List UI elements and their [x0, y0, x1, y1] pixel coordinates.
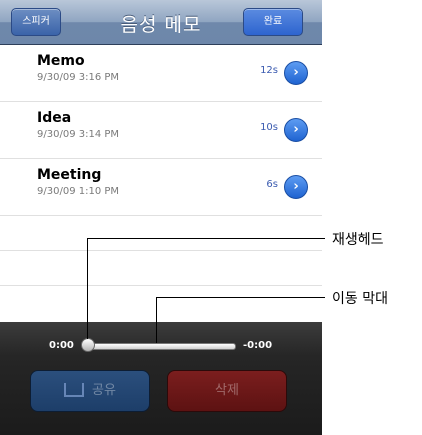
- memo-list: Memo 9/30/09 3:16 PM 12s › Idea 9/30/09 …: [0, 45, 322, 286]
- memo-duration: 10s: [260, 122, 278, 133]
- list-item[interactable]: Idea 9/30/09 3:14 PM 10s ›: [0, 102, 322, 159]
- disclosure-arrow-icon[interactable]: ›: [284, 118, 308, 142]
- share-label: 공유: [92, 383, 116, 398]
- memo-duration: 6s: [266, 179, 278, 190]
- elapsed-time: 0:00: [49, 340, 74, 351]
- playhead-callout-line-vertical: [87, 238, 88, 339]
- disclosure-arrow-icon[interactable]: ›: [284, 175, 308, 199]
- scrubber-bar[interactable]: [86, 343, 236, 350]
- memo-title: Memo: [37, 53, 85, 69]
- scrubber-callout-line-vertical: [156, 297, 157, 343]
- memo-duration: 12s: [260, 65, 278, 76]
- empty-row: [0, 251, 322, 286]
- share-icon: [64, 382, 85, 397]
- disclosure-arrow-icon[interactable]: ›: [284, 61, 308, 85]
- voice-memos-screen: 스피커 음성 메모 완료 Memo 9/30/09 3:16 PM 12s › …: [0, 0, 322, 435]
- playhead[interactable]: [81, 338, 95, 352]
- memo-date: 9/30/09 1:10 PM: [37, 186, 120, 197]
- delete-button[interactable]: 삭제: [167, 370, 287, 412]
- scrubber-callout-label: 이동 막대: [332, 291, 388, 307]
- memo-title: Idea: [37, 110, 72, 126]
- playhead-callout-line-horizontal: [87, 238, 325, 239]
- remaining-time: -0:00: [243, 340, 273, 351]
- done-button[interactable]: 완료: [243, 8, 303, 36]
- list-item[interactable]: Meeting 9/30/09 1:10 PM 6s ›: [0, 159, 322, 216]
- scrubber-callout-line-horizontal: [156, 297, 325, 298]
- empty-row: [0, 216, 322, 251]
- delete-label: 삭제: [215, 383, 239, 398]
- playhead-callout-label: 재생헤드: [332, 232, 384, 248]
- memo-title: Meeting: [37, 167, 102, 183]
- share-button[interactable]: 공유: [30, 370, 150, 412]
- navigation-bar: 스피커 음성 메모 완료: [0, 0, 322, 45]
- playback-panel: 0:00 -0:00 공유 삭제: [0, 322, 322, 435]
- memo-date: 9/30/09 3:14 PM: [37, 129, 120, 140]
- list-item[interactable]: Memo 9/30/09 3:16 PM 12s ›: [0, 45, 322, 102]
- memo-date: 9/30/09 3:16 PM: [37, 72, 120, 83]
